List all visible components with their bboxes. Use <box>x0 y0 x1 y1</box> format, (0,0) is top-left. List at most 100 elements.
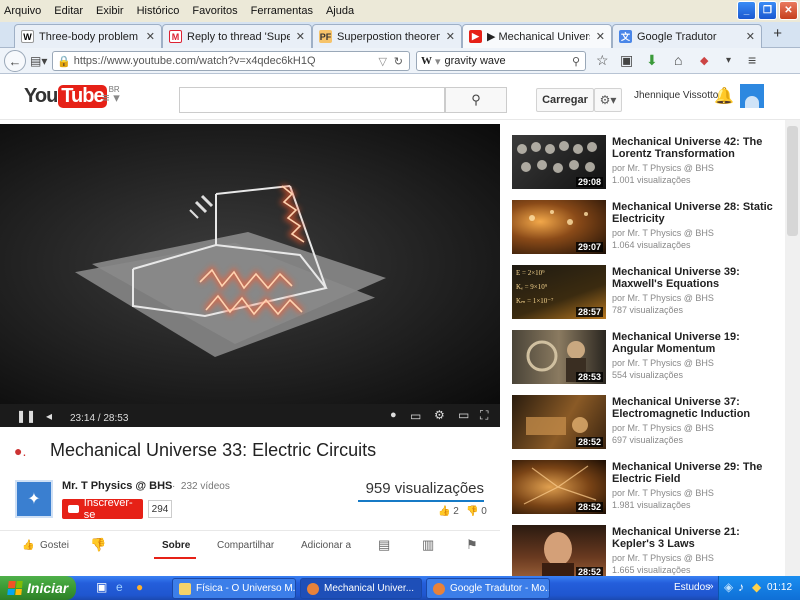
back-button[interactable]: ← <box>4 50 26 72</box>
settings-button[interactable]: ⚙▾ <box>594 88 622 112</box>
subtitles-icon[interactable]: ▭ <box>410 409 421 423</box>
transcript-icon[interactable]: ▤ <box>378 537 390 553</box>
report-flag-icon[interactable]: ⚑ <box>466 537 478 553</box>
show-desktop-icon[interactable]: ▣ <box>96 580 107 594</box>
channel-avatar[interactable]: ✦ <box>15 480 53 518</box>
related-video-title[interactable]: Mechanical Universe 28: Static Electrici… <box>612 201 780 225</box>
related-video-item[interactable]: 29:07 Mechanical Universe 28: Static Ele… <box>512 200 800 258</box>
new-tab-button[interactable]: + <box>773 25 782 42</box>
taskbar-window-fisica[interactable]: Física - O Universo M... <box>172 578 296 599</box>
related-video-title[interactable]: Mechanical Universe 39: Maxwell's Equati… <box>612 266 780 290</box>
video-thumbnail[interactable]: E = 2×10⁹ Kₑ = 9×10⁹ Kₘ = 1×10⁻⁷ 28:57 <box>512 265 606 319</box>
site-identity-icon[interactable]: ▤▾ <box>30 54 47 68</box>
overflow-chevron-icon[interactable]: ▾ <box>726 55 731 66</box>
taskbar-window-mechanical-universe[interactable]: Mechanical Univer... <box>300 578 422 599</box>
related-video-item[interactable]: 28:52 Mechanical Universe 37: Electromag… <box>512 395 800 453</box>
volume-tray-icon[interactable]: ♪ <box>738 580 744 594</box>
related-video-item[interactable]: 28:52 Mechanical Universe 21: Kepler's 3… <box>512 525 800 583</box>
related-video-title[interactable]: Mechanical Universe 42: The Lorentz Tran… <box>612 136 780 160</box>
tab-add-to[interactable]: Adicionar a <box>301 540 351 551</box>
like-button[interactable]: 👍 Gostei <box>22 540 69 551</box>
youtube-search-button[interactable]: ⚲ <box>445 87 507 113</box>
video-thumbnail[interactable]: 28:52 <box>512 460 606 514</box>
dropdown-arrow-icon[interactable]: ▽ <box>379 55 387 68</box>
engine-dropdown-icon[interactable]: ▾ <box>435 55 441 68</box>
network-icon[interactable]: ◈ <box>724 580 733 594</box>
menu-editar[interactable]: Editar <box>54 5 83 17</box>
close-tab-icon[interactable]: ✕ <box>746 30 755 43</box>
volume-icon[interactable]: ◂ <box>46 409 52 423</box>
notification-bell-icon[interactable]: 🔔 <box>714 86 734 106</box>
tab-mechanical-universe[interactable]: ▶ ▶ Mechanical Universe 3... ✕ <box>462 24 612 48</box>
subscribe-button[interactable]: Inscrever-se <box>62 497 143 521</box>
settings-gear-icon[interactable]: ⚙ <box>434 408 445 422</box>
taskbar-window-google-tradutor[interactable]: Google Tradutor - Mo... <box>426 578 550 599</box>
menu-ferramentas[interactable]: Ferramentas <box>251 5 313 17</box>
tab-share[interactable]: Compartilhar <box>217 540 274 551</box>
like-count[interactable]: 👍 2 <box>438 506 459 517</box>
addon-icon[interactable]: ◆ <box>700 54 708 67</box>
security-shield-icon[interactable]: ◆ <box>752 580 761 594</box>
video-thumbnail[interactable]: 28:52 <box>512 395 606 449</box>
dislike-count[interactable]: 👎 0 <box>466 506 487 517</box>
tab-three-body[interactable]: W Three-body problem - Wik... ✕ <box>14 24 162 48</box>
upload-button[interactable]: Carregar <box>536 88 594 112</box>
channel-name[interactable]: Mr. T Physics @ BHS <box>62 480 172 492</box>
start-button[interactable]: Iniciar <box>0 576 76 600</box>
close-tab-icon[interactable]: ✕ <box>146 30 155 43</box>
guide-menu-icon[interactable]: ≡ ▾ <box>102 90 120 106</box>
tab-about[interactable]: Sobre <box>162 540 190 551</box>
video-thumbnail[interactable]: 29:07 <box>512 200 606 254</box>
related-video-item[interactable]: 28:53 Mechanical Universe 19: Angular Mo… <box>512 330 800 388</box>
related-video-title[interactable]: Mechanical Universe 21: Kepler's 3 Laws <box>612 526 780 550</box>
video-frame[interactable] <box>0 124 500 404</box>
theater-mode-icon[interactable]: ▭ <box>458 408 469 422</box>
video-thumbnail[interactable]: 28:53 <box>512 330 606 384</box>
scrollbar-thumb[interactable] <box>787 126 798 236</box>
youtube-search-input[interactable] <box>179 87 445 113</box>
menu-historico[interactable]: Histórico <box>137 5 180 17</box>
close-tab-icon[interactable]: ✕ <box>596 30 605 43</box>
related-video-title[interactable]: Mechanical Universe 19: Angular Momentum <box>612 331 780 355</box>
close-tab-icon[interactable]: ✕ <box>446 30 455 43</box>
toolbar-label[interactable]: Estudos <box>674 582 710 593</box>
dislike-button[interactable]: 👎 <box>90 537 106 553</box>
related-video-title[interactable]: Mechanical Universe 29: The Electric Fie… <box>612 461 780 485</box>
minimize-button[interactable]: _ <box>737 1 756 20</box>
search-bar[interactable]: W ▾ gravity wave ⚲ <box>416 51 586 71</box>
close-window-button[interactable]: ✕ <box>779 1 798 20</box>
tab-google-tradutor[interactable]: 文 Google Tradutor ✕ <box>612 24 762 48</box>
statistics-icon[interactable]: ▥ <box>422 537 434 553</box>
download-icon[interactable]: ⬇ <box>646 52 658 69</box>
wikipedia-engine-icon[interactable]: W <box>421 55 432 67</box>
close-tab-icon[interactable]: ✕ <box>296 30 305 43</box>
related-video-item[interactable]: 28:52 Mechanical Universe 29: The Electr… <box>512 460 800 518</box>
pause-icon[interactable]: ❚❚ <box>16 409 36 423</box>
firefox-quicklaunch-icon[interactable]: ● <box>136 580 143 594</box>
video-thumbnail[interactable]: 28:52 <box>512 525 606 579</box>
hamburger-menu-icon[interactable]: ≡ <box>748 52 756 68</box>
url-bar[interactable]: 🔒 https://www.youtube.com/watch?v=x4qdec… <box>52 51 410 71</box>
tab-gmail[interactable]: M Reply to thread 'Superpo... ✕ <box>162 24 312 48</box>
internet-explorer-icon[interactable]: e <box>116 580 123 594</box>
menu-ajuda[interactable]: Ajuda <box>326 5 354 17</box>
search-icon[interactable]: ⚲ <box>572 55 580 68</box>
info-icon[interactable]: ● <box>390 409 397 421</box>
menu-exibir[interactable]: Exibir <box>96 5 124 17</box>
bookmarks-list-icon[interactable]: ▣ <box>620 52 633 69</box>
video-player[interactable] <box>0 124 500 427</box>
related-video-item[interactable]: E = 2×10⁹ Kₑ = 9×10⁹ Kₘ = 1×10⁻⁷ 28:57 Mec… <box>512 265 800 323</box>
related-video-title[interactable]: Mechanical Universe 37: Electromagnetic … <box>612 396 780 420</box>
menu-arquivo[interactable]: Arquivo <box>4 5 41 17</box>
reload-icon[interactable]: ↻ <box>394 55 403 68</box>
fullscreen-icon[interactable]: ⛶ <box>480 408 488 423</box>
tab-superposition[interactable]: PF Superpostion theorem ✕ <box>312 24 462 48</box>
username[interactable]: Jhennique Vissotto <box>634 90 718 101</box>
related-video-item[interactable]: 29:08 Mechanical Universe 42: The Lorent… <box>512 135 800 193</box>
video-thumbnail[interactable]: 29:08 <box>512 135 606 189</box>
bookmark-star-icon[interactable]: ☆ <box>596 52 609 69</box>
restore-button[interactable]: ❐ <box>758 1 777 20</box>
menu-favoritos[interactable]: Favoritos <box>192 5 237 17</box>
user-avatar[interactable] <box>740 84 764 108</box>
toolbar-chevron-icon[interactable]: » <box>708 581 714 592</box>
